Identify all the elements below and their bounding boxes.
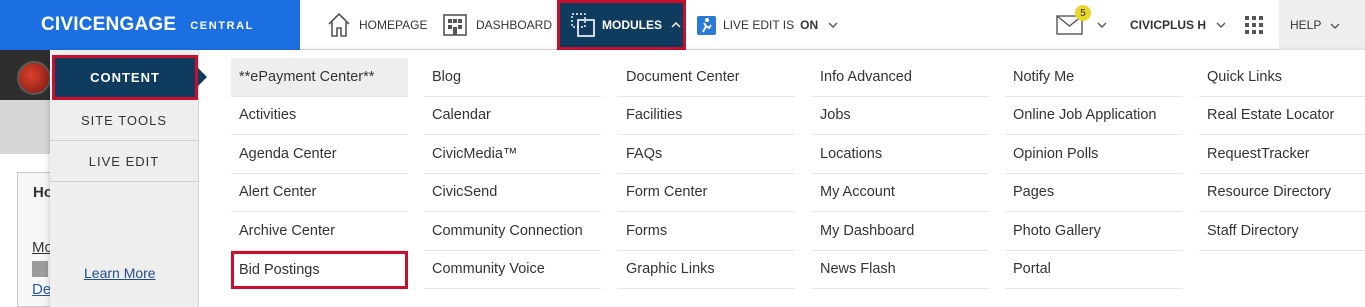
help-menu[interactable]: HELP <box>1279 0 1365 50</box>
user-name: CIVICPLUS H <box>1130 18 1207 32</box>
module-column: Quick Links Real Estate Locator RequestTra… <box>1199 58 1365 251</box>
module-link[interactable]: Facilities <box>618 97 795 135</box>
module-link[interactable]: Notify Me <box>1005 58 1182 97</box>
chevron-down-icon <box>1216 22 1226 28</box>
module-link[interactable]: Staff Directory <box>1199 212 1365 251</box>
modules-icon <box>570 12 596 38</box>
sidebar-item-label: SITE TOOLS <box>80 112 168 128</box>
module-link[interactable]: Alert Center <box>231 174 408 212</box>
module-link[interactable]: Real Estate Locator <box>1199 97 1365 135</box>
sidebar-item-label: CONTENT <box>90 70 160 85</box>
brand-name: CIVICENGAGE <box>41 14 177 35</box>
chevron-up-icon <box>671 22 681 28</box>
module-link[interactable]: CivicMedia™ <box>424 135 601 174</box>
module-column: Info Advanced Jobs Locations My Account My D… <box>812 58 989 289</box>
background-link-fragment-2[interactable]: De <box>32 281 51 298</box>
help-label: HELP <box>1290 18 1322 32</box>
module-link[interactable]: Photo Gallery <box>1005 212 1182 251</box>
sidebar-item-label: LIVE EDIT <box>88 153 160 169</box>
nav-homepage[interactable]: HOMEPAGE <box>327 0 427 50</box>
grid-icon <box>1245 16 1263 34</box>
module-link[interactable]: Portal <box>1005 251 1182 289</box>
module-link[interactable]: Calendar <box>424 97 601 135</box>
module-link[interactable]: Pages <box>1005 174 1182 212</box>
nav-homepage-label: HOMEPAGE <box>359 18 428 32</box>
module-link[interactable]: Community Voice <box>424 251 601 289</box>
notification-count-badge: 5 <box>1075 5 1091 21</box>
active-item-arrow <box>198 68 207 86</box>
live-edit-label: LIVE EDIT IS <box>723 18 795 32</box>
module-link[interactable]: My Dashboard <box>812 212 989 251</box>
module-link[interactable]: Activities <box>231 97 408 135</box>
module-link[interactable]: Jobs <box>812 97 989 135</box>
learn-more-link[interactable]: Learn More <box>84 265 156 281</box>
module-link[interactable]: Locations <box>812 135 989 174</box>
sidebar-item-live-edit[interactable]: LIVE EDIT <box>50 141 198 182</box>
module-column: Blog Calendar CivicMedia™ CivicSend Communit… <box>424 58 601 289</box>
top-bar: CIVICENGAGE CENTRAL HOMEPAGE DASHBOARD M… <box>0 0 1365 50</box>
user-menu[interactable]: CIVICPLUS H <box>1130 0 1226 50</box>
nav-dashboard[interactable]: DASHBOARD <box>442 0 552 50</box>
module-link[interactable]: Quick Links <box>1199 58 1365 97</box>
chevron-down-icon <box>1097 22 1107 28</box>
live-edit-icon <box>697 15 716 35</box>
sidebar-item-site-tools[interactable]: SITE TOOLS <box>50 100 198 141</box>
module-link[interactable]: Blog <box>424 58 601 97</box>
module-link[interactable]: Agenda Center <box>231 135 408 174</box>
module-column: Notify Me Online Job Application Opinion P… <box>1005 58 1182 289</box>
live-edit-toggle[interactable]: LIVE EDIT IS ON <box>697 0 838 50</box>
module-link[interactable]: Resource Directory <box>1199 174 1365 212</box>
module-link[interactable]: Online Job Application <box>1005 97 1182 135</box>
nav-modules-label: MODULES <box>602 18 662 32</box>
module-link[interactable]: CivicSend <box>424 174 601 212</box>
module-link[interactable]: Opinion Polls <box>1005 135 1182 174</box>
modules-dropdown: CONTENT SITE TOOLS LIVE EDIT Learn More … <box>50 50 1365 307</box>
module-link[interactable]: RequestTracker <box>1199 135 1365 174</box>
module-link[interactable]: Document Center <box>618 58 795 97</box>
app-grid-button[interactable] <box>1245 0 1263 50</box>
module-link[interactable]: Forms <box>618 212 795 251</box>
building-icon <box>442 13 468 37</box>
chevron-down-icon <box>828 22 838 28</box>
house-icon <box>327 12 351 38</box>
avatar <box>32 261 48 277</box>
sidebar-item-content[interactable]: CONTENT <box>52 55 198 100</box>
live-edit-state: ON <box>800 18 819 32</box>
nav-modules[interactable]: MODULES <box>557 0 686 50</box>
module-column: **ePayment Center** Activities Agenda Cent… <box>231 58 408 289</box>
brand-subtitle: CENTRAL <box>190 20 254 32</box>
module-link[interactable]: Community Connection <box>424 212 601 251</box>
chevron-down-icon <box>1330 18 1340 32</box>
dropdown-sidebar: CONTENT SITE TOOLS LIVE EDIT Learn More <box>50 50 199 307</box>
module-link[interactable]: My Account <box>812 174 989 212</box>
module-link[interactable]: **ePayment Center** <box>231 58 408 97</box>
module-link[interactable]: Bid Postings <box>231 250 408 289</box>
module-link[interactable]: FAQs <box>618 135 795 174</box>
app-root: Ho Mo De CIVICENGAGE CENTRAL HOMEPAGE DA… <box>0 0 1365 307</box>
module-link[interactable]: News Flash <box>812 251 989 289</box>
module-column: Document Center Facilities FAQs Form Center… <box>618 58 795 289</box>
brand-logo[interactable]: CIVICENGAGE CENTRAL <box>0 0 300 50</box>
module-link[interactable]: Archive Center <box>231 212 408 251</box>
nav-dashboard-label: DASHBOARD <box>476 18 553 32</box>
module-link[interactable]: Info Advanced <box>812 58 989 97</box>
site-logo-seal <box>17 61 51 95</box>
module-link[interactable]: Graphic Links <box>618 251 795 289</box>
module-link[interactable]: Form Center <box>618 174 795 212</box>
